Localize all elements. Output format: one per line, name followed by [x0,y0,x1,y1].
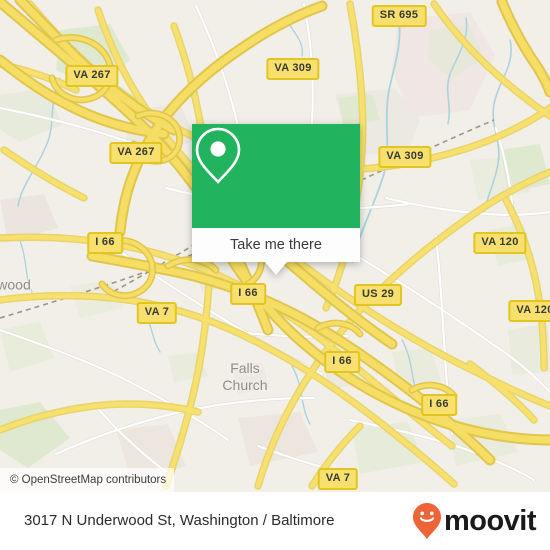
road-shield: US 29 [353,284,403,306]
road-shield: VA 7 [136,302,178,324]
moovit-pin-smiley-icon [412,503,441,539]
road-shield: VA 120 [473,232,527,254]
map-screenshot: .rd { fill:none; stroke:#f7e06e; stroke-… [0,0,550,550]
take-me-there-button[interactable]: Take me there [192,228,360,262]
destination-popup[interactable]: Take me there [192,124,360,275]
road-shield: I 66 [324,351,360,373]
road-shield: I 66 [230,283,266,305]
popup-tail [265,262,287,275]
map-pin-icon [195,127,241,184]
moovit-wordmark: moovit [443,504,537,537]
road-shield: VA 7 [317,468,359,490]
moovit-logo[interactable]: moovit [412,502,537,540]
map-canvas[interactable]: .rd { fill:none; stroke:#f7e06e; stroke-… [0,0,550,492]
road-shield: VA 267 [65,65,119,87]
place-label-line: Falls [230,360,260,376]
popup-pin-area [192,124,360,228]
place-label-line: Church [222,377,268,393]
place-label: Falls Church [222,360,267,394]
bottom-bar: 3017 N Underwood St, Washington / Baltim… [0,492,550,550]
road-shield: VA 309 [378,146,432,168]
place-label: wood [0,276,31,293]
road-shield: VA 267 [109,142,163,164]
road-shield: SR 695 [371,5,427,27]
take-me-there-label: Take me there [230,237,322,253]
road-shield: I 66 [421,394,457,416]
address-text: 3017 N Underwood St, Washington / Baltim… [24,512,335,529]
road-shield: VA 309 [266,58,320,80]
osm-attribution[interactable]: © OpenStreetMap contributors [0,468,175,492]
road-shield: VA 120 [508,300,550,322]
road-shield: I 66 [87,232,123,254]
